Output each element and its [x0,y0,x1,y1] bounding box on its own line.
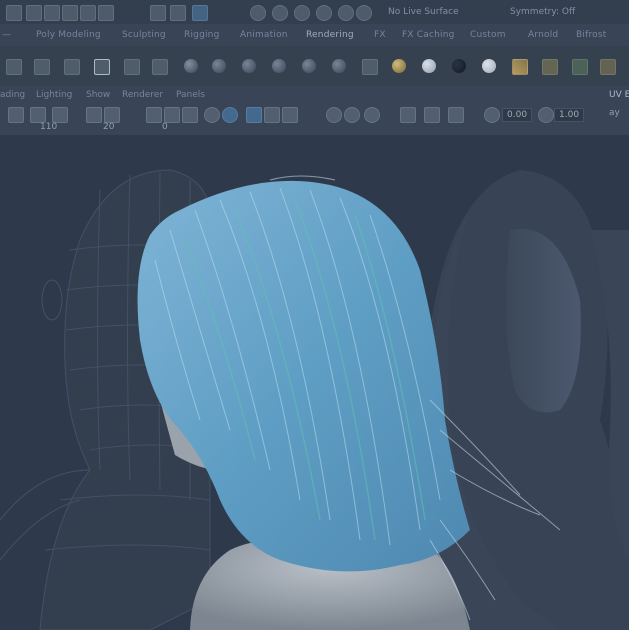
snap-surface-icon[interactable] [338,5,354,21]
gate-mask-icon[interactable] [424,107,440,123]
tab-sculpting[interactable]: Sculpting [122,30,166,40]
menu-set-icon[interactable] [6,5,22,21]
shadows-icon[interactable] [222,107,238,123]
render-current-icon[interactable] [6,59,22,75]
texture-checker-icon[interactable] [512,59,528,75]
area-light-icon[interactable] [302,59,316,73]
hypershade-icon[interactable] [94,59,110,75]
wireframe-icon[interactable] [146,107,162,123]
aa-icon[interactable] [364,107,380,123]
viewport-render [0,169,629,630]
white-shader-icon[interactable] [422,59,436,73]
select-component-icon[interactable] [192,5,208,21]
ipr-render-icon[interactable] [34,59,50,75]
xray-icon[interactable] [264,107,280,123]
resolution-gate-icon[interactable] [448,107,464,123]
grid-icon[interactable] [86,107,102,123]
ambient-light-icon[interactable] [184,59,198,73]
camera-attr-icon[interactable] [52,107,68,123]
gamma-field[interactable]: 1.00 [554,108,585,122]
ao-icon[interactable] [326,107,342,123]
textured-icon[interactable] [182,107,198,123]
bulb-icon[interactable] [600,59,616,75]
panel-menu-bar: ading Lighting Show Renderer Panels UV E [0,86,629,105]
tab-custom[interactable]: Custom [470,30,506,40]
tab-rendering[interactable]: Rendering [306,30,354,40]
shelf-tabs: — Poly Modeling Sculpting Rigging Animat… [0,24,629,47]
select-camera-icon[interactable] [8,107,24,123]
snap-live-icon[interactable] [356,5,372,21]
panel-toolbar: 0.00 1.00 ay 110 20 0 [0,104,629,135]
uv-editor-label[interactable]: UV E [609,90,629,100]
select-hierarchy-icon[interactable] [150,5,166,21]
tab-fx-caching[interactable]: FX Caching [402,30,455,40]
point-light-icon[interactable] [242,59,256,73]
ruler-number-3: 0 [162,122,168,132]
redo-icon[interactable] [98,5,114,21]
dof-icon[interactable] [400,107,416,123]
volume-light-icon[interactable] [332,59,346,73]
menu-shading[interactable]: ading [0,90,25,100]
live-surface-dropdown[interactable]: No Live Surface [388,7,459,17]
smooth-shade-icon[interactable] [164,107,180,123]
ruler-number-2: 20 [103,122,115,132]
snap-view-icon[interactable] [316,5,332,21]
isolate-icon[interactable] [246,107,262,123]
tab-arnold[interactable]: Arnold [528,30,558,40]
material-stripe-icon[interactable] [362,59,378,75]
menu-renderer[interactable]: Renderer [122,90,163,100]
tab-bifrost[interactable]: Bifrost [576,30,606,40]
lights-icon[interactable] [204,107,220,123]
directional-light-icon[interactable] [212,59,226,73]
menu-panels[interactable]: Panels [176,90,205,100]
tree-icon[interactable] [572,59,588,75]
tab-animation[interactable]: Animation [240,30,288,40]
render-settings-icon[interactable] [64,59,80,75]
uv-sub-label: ay [609,108,620,118]
save-scene-icon[interactable] [62,5,78,21]
menu-show[interactable]: Show [86,90,110,100]
snap-curve-icon[interactable] [272,5,288,21]
menu-lighting[interactable]: Lighting [36,90,72,100]
bake-icon[interactable] [542,59,558,75]
tab-placeholder: — [2,30,12,40]
undo-icon[interactable] [80,5,96,21]
open-scene-icon[interactable] [44,5,60,21]
xray-joint-icon[interactable] [282,107,298,123]
exposure-field[interactable]: 0.00 [502,108,533,122]
tab-rigging[interactable]: Rigging [184,30,220,40]
exposure-icon[interactable] [484,107,500,123]
tab-fx[interactable]: FX [374,30,386,40]
dark-shader-icon[interactable] [452,59,466,73]
snap-point-icon[interactable] [294,5,310,21]
ruler-number-1: 110 [40,122,58,132]
shelf-icons [0,46,629,87]
motion-blur-icon[interactable] [344,107,360,123]
maya-ui-header: No Live Surface Symmetry: Off — Poly Mod… [0,0,629,135]
light-editor-icon[interactable] [152,59,168,75]
gamma-icon[interactable] [538,107,554,123]
snap-grid-icon[interactable] [250,5,266,21]
render-view-icon[interactable] [124,59,140,75]
spot-light-icon[interactable] [272,59,286,73]
select-object-icon[interactable] [170,5,186,21]
lock-camera-icon[interactable] [30,107,46,123]
gold-shader-icon[interactable] [392,59,406,73]
light-shader-icon[interactable] [482,59,496,73]
symmetry-dropdown[interactable]: Symmetry: Off [510,7,575,17]
tab-poly-modeling[interactable]: Poly Modeling [36,30,101,40]
new-scene-icon[interactable] [26,5,42,21]
film-gate-icon[interactable] [104,107,120,123]
status-line: No Live Surface Symmetry: Off [0,0,629,25]
